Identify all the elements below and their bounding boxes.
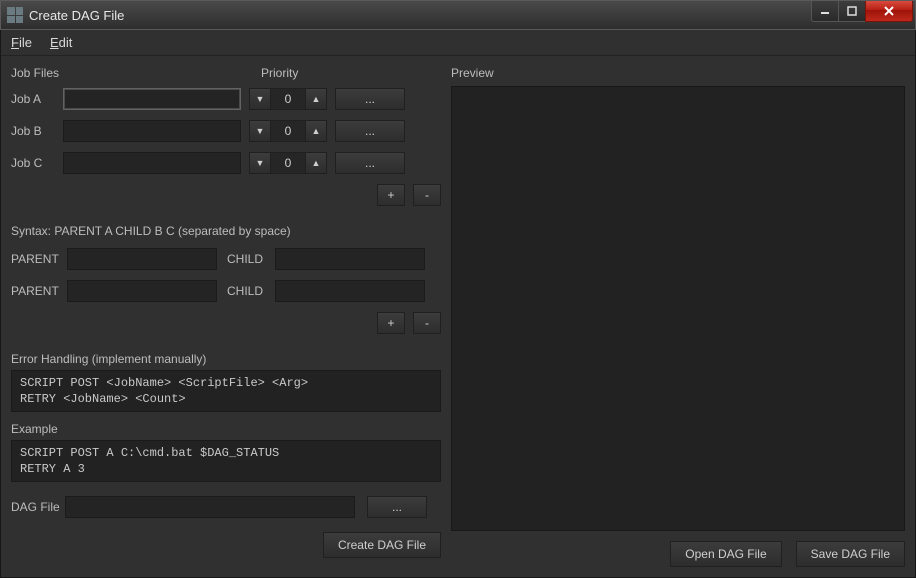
spinner-value: 0 bbox=[271, 152, 305, 174]
job-a-file-input[interactable] bbox=[63, 88, 241, 110]
job-c-priority-spinner[interactable]: ▼ 0 ▲ bbox=[249, 152, 327, 174]
chevron-down-icon: ▼ bbox=[256, 95, 265, 104]
preview-box bbox=[451, 86, 905, 531]
parent-label: PARENT bbox=[11, 284, 67, 298]
window-title: Create DAG File bbox=[29, 8, 124, 23]
job-label: Job B bbox=[11, 124, 63, 138]
spinner-up-button[interactable]: ▲ bbox=[305, 88, 327, 110]
maximize-button[interactable] bbox=[838, 1, 866, 22]
job-label: Job A bbox=[11, 92, 63, 106]
job-c-file-input[interactable] bbox=[63, 152, 241, 174]
job-a-browse-button[interactable]: ... bbox=[335, 88, 405, 110]
job-row: Job C ▼ 0 ▲ ... bbox=[11, 150, 441, 176]
remove-relation-button[interactable]: - bbox=[413, 312, 441, 334]
close-button[interactable] bbox=[865, 1, 913, 22]
dagfile-label: DAG File bbox=[11, 500, 65, 514]
jobfiles-header: Job Files bbox=[11, 66, 261, 80]
chevron-up-icon: ▲ bbox=[312, 159, 321, 168]
client-area: File Edit Job Files Priority Job A ▼ 0 ▲… bbox=[0, 30, 916, 578]
child-input-1[interactable] bbox=[275, 248, 425, 270]
spinner-down-button[interactable]: ▼ bbox=[249, 88, 271, 110]
job-b-priority-spinner[interactable]: ▼ 0 ▲ bbox=[249, 120, 327, 142]
preview-label: Preview bbox=[451, 66, 905, 80]
job-a-priority-spinner[interactable]: ▼ 0 ▲ bbox=[249, 88, 327, 110]
child-label: CHILD bbox=[227, 252, 275, 266]
add-relation-button[interactable]: + bbox=[377, 312, 405, 334]
parent-child-row: PARENT CHILD bbox=[11, 246, 441, 272]
spinner-up-button[interactable]: ▲ bbox=[305, 152, 327, 174]
minimize-button[interactable] bbox=[811, 1, 839, 22]
priority-header: Priority bbox=[261, 66, 298, 80]
parent-input-1[interactable] bbox=[67, 248, 217, 270]
right-panel: Preview Open DAG File Save DAG File bbox=[451, 64, 905, 567]
titlebar: Create DAG File bbox=[0, 0, 916, 30]
example-block: SCRIPT POST A C:\cmd.bat $DAG_STATUS RET… bbox=[11, 440, 441, 482]
left-panel: Job Files Priority Job A ▼ 0 ▲ ... Job B bbox=[11, 64, 441, 567]
menu-file[interactable]: File bbox=[11, 35, 32, 50]
chevron-up-icon: ▲ bbox=[312, 127, 321, 136]
open-dag-button[interactable]: Open DAG File bbox=[670, 541, 781, 567]
chevron-up-icon: ▲ bbox=[312, 95, 321, 104]
spinner-down-button[interactable]: ▼ bbox=[249, 120, 271, 142]
spinner-value: 0 bbox=[271, 120, 305, 142]
parent-child-row: PARENT CHILD bbox=[11, 278, 441, 304]
error-handling-label: Error Handling (implement manually) bbox=[11, 352, 441, 366]
job-b-file-input[interactable] bbox=[63, 120, 241, 142]
app-icon bbox=[7, 7, 23, 23]
example-label: Example bbox=[11, 422, 441, 436]
save-dag-button[interactable]: Save DAG File bbox=[796, 541, 905, 567]
job-row: Job A ▼ 0 ▲ ... bbox=[11, 86, 441, 112]
spinner-up-button[interactable]: ▲ bbox=[305, 120, 327, 142]
spinner-down-button[interactable]: ▼ bbox=[249, 152, 271, 174]
child-input-2[interactable] bbox=[275, 280, 425, 302]
syntax-label: Syntax: PARENT A CHILD B C (separated by… bbox=[11, 224, 441, 238]
job-b-browse-button[interactable]: ... bbox=[335, 120, 405, 142]
spinner-value: 0 bbox=[271, 88, 305, 110]
chevron-down-icon: ▼ bbox=[256, 127, 265, 136]
create-dag-button[interactable]: Create DAG File bbox=[323, 532, 441, 558]
add-job-button[interactable]: + bbox=[377, 184, 405, 206]
remove-job-button[interactable]: - bbox=[413, 184, 441, 206]
job-label: Job C bbox=[11, 156, 63, 170]
job-row: Job B ▼ 0 ▲ ... bbox=[11, 118, 441, 144]
parent-label: PARENT bbox=[11, 252, 67, 266]
chevron-down-icon: ▼ bbox=[256, 159, 265, 168]
dagfile-input[interactable] bbox=[65, 496, 355, 518]
child-label: CHILD bbox=[227, 284, 275, 298]
error-handling-block: SCRIPT POST <JobName> <ScriptFile> <Arg>… bbox=[11, 370, 441, 412]
job-c-browse-button[interactable]: ... bbox=[335, 152, 405, 174]
dagfile-browse-button[interactable]: ... bbox=[367, 496, 427, 518]
menu-edit[interactable]: Edit bbox=[50, 35, 72, 50]
parent-input-2[interactable] bbox=[67, 280, 217, 302]
menubar: File Edit bbox=[1, 30, 915, 56]
